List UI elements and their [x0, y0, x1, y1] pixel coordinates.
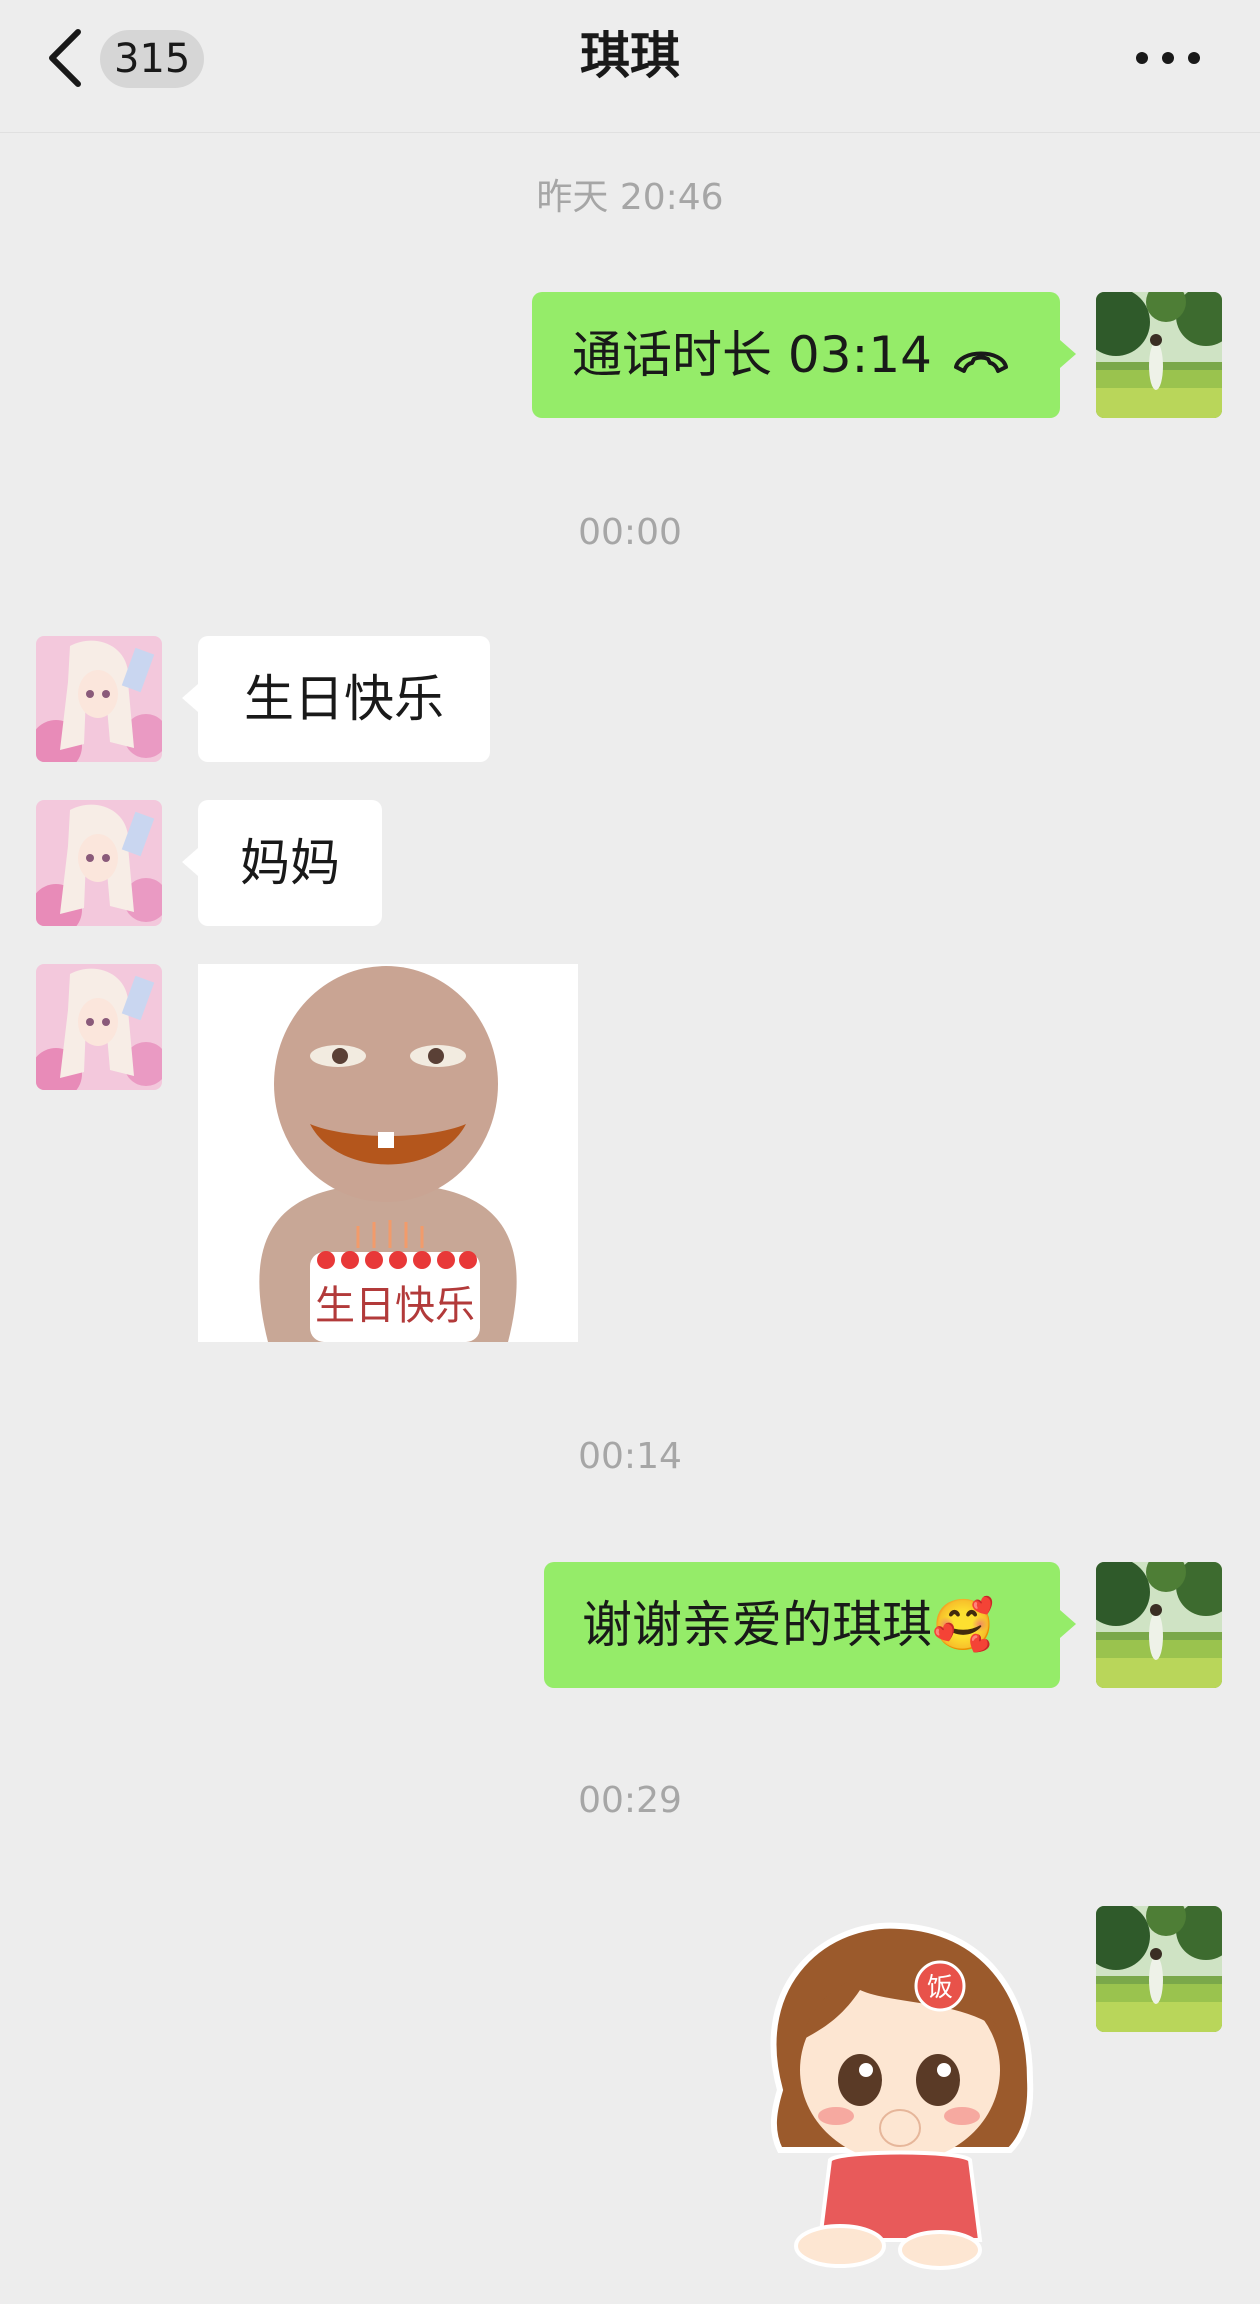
rice-badge-text: 饭: [927, 1973, 953, 2003]
self-avatar[interactable]: [1096, 1906, 1222, 2032]
smiling-face-with-hearts-icon: 🥰: [932, 1596, 995, 1654]
chat-title: 琪琪: [580, 27, 680, 85]
call-duration-text: 通话时长 03:14: [572, 326, 932, 384]
more-horizontal-icon: [1136, 52, 1200, 64]
more-button[interactable]: [1128, 40, 1208, 76]
timestamp: 00:29: [578, 1780, 682, 1821]
message-bubble[interactable]: 妈妈: [198, 800, 382, 926]
timestamp: 00:14: [578, 1436, 682, 1477]
reply-text: 谢谢亲爱的琪琪: [582, 1596, 932, 1654]
contact-avatar[interactable]: [36, 636, 162, 762]
birthday-sticker[interactable]: 生日快乐: [198, 964, 578, 1342]
message-bubble[interactable]: 生日快乐: [198, 636, 490, 762]
timestamp: 00:00: [578, 512, 682, 553]
bubble-tail: [182, 848, 198, 876]
sticker-caption: 生日快乐: [315, 1283, 475, 1329]
contact-avatar[interactable]: [36, 964, 162, 1090]
phone-hangup-icon: [954, 351, 1008, 373]
timestamp: 昨天 20:46: [536, 177, 724, 218]
bubble-tail: [1060, 1610, 1076, 1638]
call-record-bubble[interactable]: 通话时长 03:14: [532, 292, 1060, 418]
self-avatar[interactable]: [1096, 292, 1222, 418]
message-bubble[interactable]: 谢谢亲爱的琪琪🥰: [544, 1562, 1060, 1688]
girl-sticker[interactable]: 饭: [740, 1920, 1040, 2274]
bubble-tail: [1060, 340, 1076, 368]
bubble-tail: [182, 684, 198, 712]
contact-avatar[interactable]: [36, 800, 162, 926]
self-avatar[interactable]: [1096, 1562, 1222, 1688]
chat-header: 315 琪琪: [0, 0, 1260, 133]
